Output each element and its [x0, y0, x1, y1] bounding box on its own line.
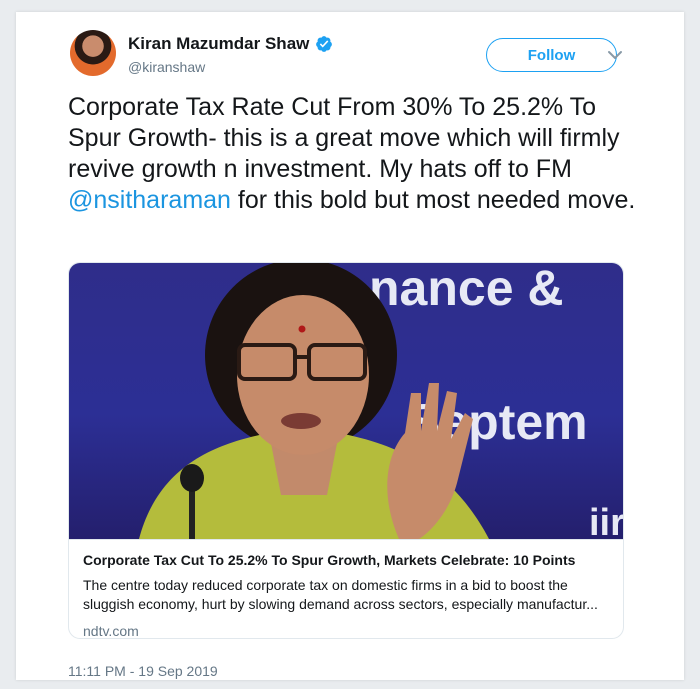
mention-link[interactable]: @nsitharaman	[68, 186, 231, 214]
card-title: Corporate Tax Cut To 25.2% To Spur Growt…	[83, 552, 576, 568]
tweet-text-part: for this bold but most needed move.	[230, 186, 636, 214]
author-name-row: Kiran Mazumdar Shaw	[128, 34, 333, 54]
card-domain: ndtv.com	[83, 623, 139, 639]
follow-button[interactable]: Follow	[486, 38, 617, 72]
card-image: nance & Septem iir	[69, 263, 624, 539]
card-body: Corporate Tax Cut To 25.2% To Spur Growt…	[69, 539, 623, 639]
backdrop-text: nance &	[369, 263, 564, 316]
verified-badge-icon	[315, 35, 333, 53]
tweet-timestamp[interactable]: 11:11 PM - 19 Sep 2019	[68, 663, 218, 679]
chevron-down-icon[interactable]	[606, 48, 624, 62]
author-handle[interactable]: @kiranshaw	[128, 59, 205, 75]
card-description: The centre today reduced corporate tax o…	[83, 577, 598, 612]
tweet-text: Corporate Tax Rate Cut From 30% To 25.2%…	[68, 92, 644, 216]
tweet-card: Kiran Mazumdar Shaw @kiranshaw Follow Co…	[16, 12, 684, 680]
backdrop-text: iir	[589, 502, 624, 539]
author-display-name[interactable]: Kiran Mazumdar Shaw	[128, 34, 309, 54]
avatar[interactable]	[70, 30, 116, 76]
link-preview-card[interactable]: nance & Septem iir Corporate Tax Cut To …	[68, 262, 624, 639]
tweet-text-part: Corporate Tax Rate Cut From 30% To 25.2%…	[68, 93, 620, 183]
